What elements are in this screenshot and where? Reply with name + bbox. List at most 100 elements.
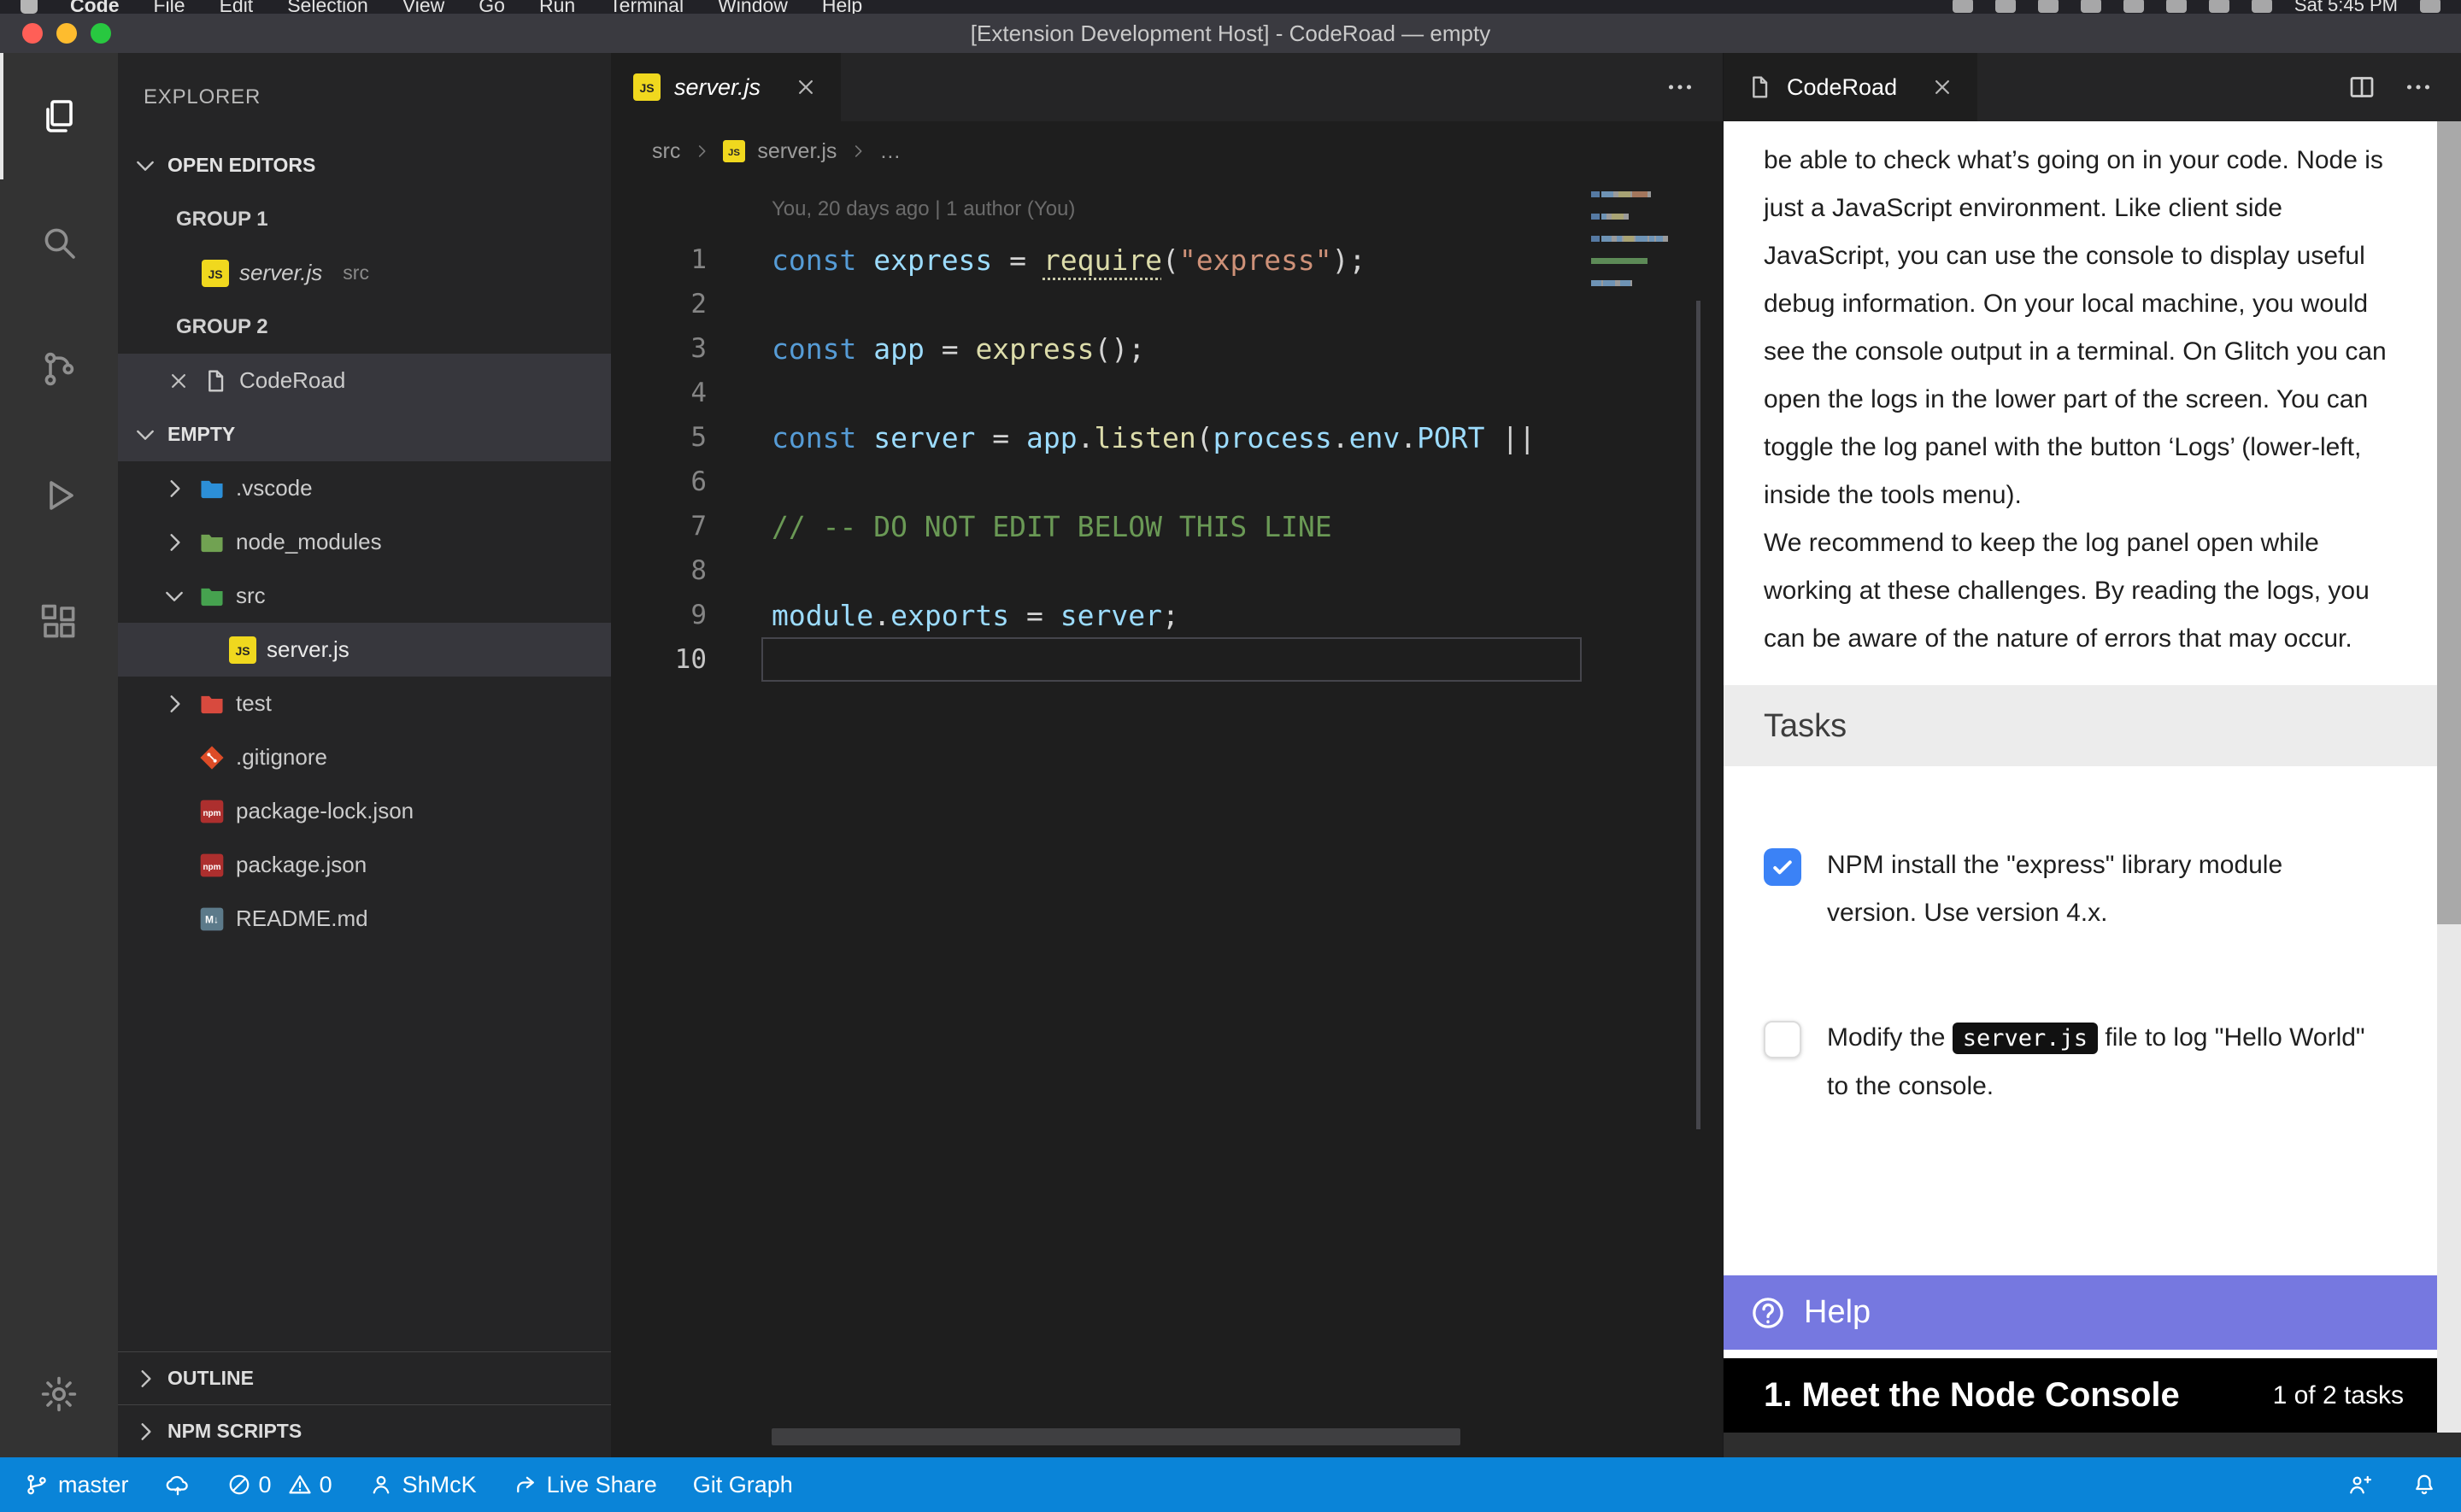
menubar-status-icon[interactable]: [2038, 0, 2059, 13]
task-checkbox-checked[interactable]: [1764, 848, 1801, 886]
close-button[interactable]: [22, 23, 43, 44]
menu-item-window[interactable]: Window: [718, 0, 788, 14]
more-actions-icon[interactable]: [1665, 72, 1695, 103]
code-line-1[interactable]: 1const express = require("express");: [611, 237, 1723, 282]
code-line-4[interactable]: 4: [611, 371, 1723, 415]
section-label: OPEN EDITORS: [167, 154, 315, 177]
js-icon: JS: [202, 260, 229, 287]
statusbar-master[interactable]: master: [24, 1472, 129, 1498]
code-line-7[interactable]: 7// -- DO NOT EDIT BELOW THIS LINE: [611, 504, 1723, 548]
person-icon: [368, 1472, 394, 1497]
statusbar-bell[interactable]: [2411, 1472, 2437, 1497]
activitybar-run-debug[interactable]: [0, 432, 118, 559]
close-icon[interactable]: [166, 368, 191, 394]
activitybar-settings[interactable]: [0, 1331, 118, 1457]
code-line-9[interactable]: 9module.exports = server;: [611, 593, 1723, 637]
open-editor-server-js[interactable]: JSserver.jssrc: [118, 246, 611, 300]
activitybar-extensions[interactable]: [0, 559, 118, 685]
close-icon[interactable]: [793, 74, 819, 100]
menu-item-go[interactable]: Go: [479, 0, 505, 14]
breadcrumb-file[interactable]: server.js: [757, 139, 837, 164]
tutorial-paragraph: be able to check what’s going on in your…: [1764, 137, 2407, 519]
tree-item--gitignore[interactable]: .gitignore: [118, 730, 611, 784]
tree-item-server-js[interactable]: JSserver.js: [118, 623, 611, 677]
statusbar-live-share[interactable]: Live Share: [513, 1472, 657, 1498]
statusbar-shmck[interactable]: ShMcK: [368, 1472, 477, 1498]
macos-menubar: Code File Edit Selection View Go Run Terminal Wi…: [0, 0, 2461, 14]
menubar-status-icon[interactable]: [2420, 0, 2440, 13]
tree-item-package-lock-json[interactable]: npmpackage-lock.json: [118, 784, 611, 838]
tab-coderoad[interactable]: CodeRoad: [1724, 53, 1977, 121]
code-line-5[interactable]: 5const server = app.listen(process.env.P…: [611, 415, 1723, 460]
coderoad-webview: be able to check what’s going on in your…: [1724, 121, 2438, 1433]
statusbar-item[interactable]: 00: [226, 1472, 332, 1498]
tree-item-package-json[interactable]: npmpackage.json: [118, 838, 611, 892]
minimap-line: [1591, 280, 1670, 286]
close-icon[interactable]: [1929, 74, 1955, 100]
section-workspace-empty[interactable]: EMPTY: [118, 407, 611, 461]
line-content: // -- DO NOT EDIT BELOW THIS LINE: [761, 504, 1582, 548]
gitlens-annotation[interactable]: You, 20 days ago | 1 author (You): [611, 181, 1723, 237]
section-npm-scripts[interactable]: NPM SCRIPTS: [118, 1404, 611, 1457]
split-editor-icon[interactable]: [2346, 72, 2377, 103]
minimap[interactable]: [1591, 191, 1670, 302]
section-open-editors[interactable]: OPEN EDITORS: [118, 138, 611, 192]
menubar-status-icon[interactable]: [1953, 0, 1973, 13]
activitybar-source-control[interactable]: [0, 306, 118, 432]
tree-item-node-modules[interactable]: node_modules: [118, 515, 611, 569]
activitybar-explorer[interactable]: [0, 53, 118, 179]
activitybar-search[interactable]: [0, 179, 118, 306]
code-line-10[interactable]: 10: [611, 637, 1723, 682]
menu-item-help[interactable]: Help: [822, 0, 862, 14]
menu-item-file[interactable]: File: [154, 0, 185, 14]
minimap-segment: [1632, 191, 1648, 197]
minimize-button[interactable]: [56, 23, 77, 44]
breadcrumb-symbol[interactable]: …: [879, 139, 901, 164]
menu-item-code[interactable]: Code: [70, 0, 120, 14]
statusbar-label: ShMcK: [402, 1472, 477, 1498]
code-token: =: [1009, 599, 1060, 632]
section-outline[interactable]: OUTLINE: [118, 1351, 611, 1404]
bell-icon: [2411, 1472, 2437, 1497]
breadcrumb-src[interactable]: src: [652, 139, 680, 164]
menubar-status-icon[interactable]: [2081, 0, 2101, 13]
menu-item-edit[interactable]: Edit: [220, 0, 254, 14]
tab-server-js[interactable]: JS server.js: [611, 53, 841, 121]
apple-menu-icon[interactable]: [21, 0, 38, 14]
titlebar[interactable]: [Extension Development Host] - CodeRoad …: [0, 14, 2461, 53]
statusbar-feedback[interactable]: [2346, 1472, 2372, 1497]
tree-item-src[interactable]: src: [118, 569, 611, 623]
open-editor-coderoad[interactable]: CodeRoad: [118, 354, 611, 407]
task-checkbox-unchecked[interactable]: [1764, 1021, 1801, 1058]
menu-item-terminal[interactable]: Terminal: [609, 0, 684, 14]
menubar-status-icon[interactable]: [2123, 0, 2144, 13]
zoom-button[interactable]: [91, 23, 111, 44]
editor-horizontal-scrollbar[interactable]: [772, 1428, 1460, 1445]
code-line-2[interactable]: 2: [611, 282, 1723, 326]
help-button[interactable]: Help: [1724, 1275, 2438, 1350]
statusbar-warning: 0: [287, 1472, 332, 1498]
code-line-3[interactable]: 3const app = express();: [611, 326, 1723, 371]
tree-item-test[interactable]: test: [118, 677, 611, 730]
code-token: const: [772, 243, 856, 277]
tree-item--vscode[interactable]: .vscode: [118, 461, 611, 515]
tree-item-readme-md[interactable]: M↓README.md: [118, 892, 611, 946]
statusbar-git-graph[interactable]: Git Graph: [693, 1472, 793, 1498]
webview-scrollbar[interactable]: [2437, 121, 2461, 1433]
statusbar-cloud-upload[interactable]: [165, 1472, 191, 1497]
menu-item-view[interactable]: View: [402, 0, 444, 14]
group-label: GROUP 1: [118, 208, 268, 231]
menubar-status-icon[interactable]: [2166, 0, 2187, 13]
editor-vertical-scrollbar[interactable]: [1696, 301, 1700, 1129]
code-line-6[interactable]: 6: [611, 460, 1723, 504]
menubar-status-icon[interactable]: [2209, 0, 2229, 13]
menubar-status-icon[interactable]: [1995, 0, 2016, 13]
webview-scrollbar-thumb[interactable]: [2437, 121, 2461, 924]
menu-item-selection[interactable]: Selection: [287, 0, 368, 14]
code-line-8[interactable]: 8: [611, 548, 1723, 593]
menu-item-run[interactable]: Run: [539, 0, 575, 14]
lesson-footer[interactable]: 1. Meet the Node Console 1 of 2 tasks: [1724, 1358, 2438, 1433]
more-actions-icon[interactable]: [2403, 72, 2434, 103]
explorer-sidebar: EXPLORER OPEN EDITORS GROUP 1JSserver.js…: [118, 53, 611, 1457]
menubar-status-icon[interactable]: [2252, 0, 2272, 13]
